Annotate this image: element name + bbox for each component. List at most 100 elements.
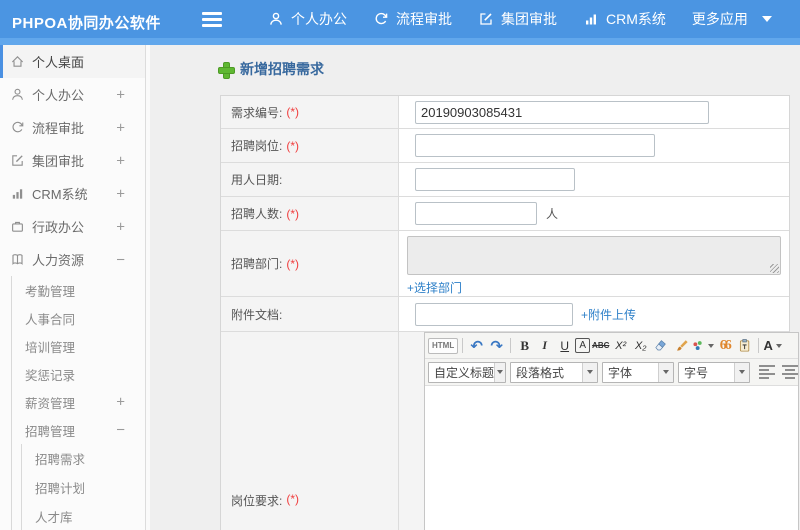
- book-icon: [10, 252, 25, 267]
- position-input[interactable]: [415, 134, 655, 157]
- form-row-demand-number: 需求编号: (*): [221, 96, 789, 129]
- chevron-down-icon: [658, 362, 673, 382]
- sidebar-item-training[interactable]: 培训管理: [0, 332, 145, 360]
- sidebar: 个人桌面 个人办公 + 流程审批 + 集团审批 + CRM系统 + 行政办公 +…: [0, 45, 146, 530]
- attachment-upload-link[interactable]: +附件上传: [581, 306, 636, 323]
- form-row-job-requirements: 岗位要求: (*) HTML ↶ ↷ B I U A ABC X² X₂ 66 …: [221, 332, 799, 530]
- editor-content-area[interactable]: [425, 386, 798, 530]
- editor-toolbar-row1: HTML ↶ ↷ B I U A ABC X² X₂ 66 A: [425, 333, 798, 359]
- sidebar-item-recruit-plan[interactable]: 招聘计划: [0, 473, 145, 502]
- field-label: 招聘岗位:: [231, 139, 283, 153]
- eraser-button[interactable]: [651, 336, 670, 356]
- add-plus-icon: [218, 61, 235, 79]
- strikethrough-button[interactable]: ABC: [591, 336, 610, 356]
- hire-date-input[interactable]: [415, 168, 575, 191]
- unit-suffix: 人: [546, 207, 559, 221]
- source-code-button[interactable]: HTML: [428, 337, 459, 354]
- field-label: 招聘部门:: [231, 257, 283, 271]
- bar-chart-icon: [10, 186, 25, 201]
- font-size-select[interactable]: 字号: [678, 361, 750, 383]
- sidebar-item-administration[interactable]: 行政办公 +: [0, 210, 145, 243]
- sidebar-item-workflow-approval[interactable]: 流程审批 +: [0, 111, 145, 144]
- field-label: 招聘人数:: [231, 207, 283, 221]
- paragraph-format-select[interactable]: 段落格式: [510, 361, 598, 383]
- user-icon: [268, 11, 291, 27]
- required-mark: (*): [286, 105, 300, 119]
- field-label: 用人日期:: [231, 173, 283, 187]
- sidebar-item-salary[interactable]: 薪资管理 +: [0, 388, 145, 416]
- required-mark: (*): [286, 492, 300, 506]
- required-mark: (*): [286, 138, 300, 153]
- form-row-hire-date: 用人日期:: [221, 163, 789, 197]
- sidebar-item-recruit-mgmt[interactable]: 招聘管理 −: [0, 416, 145, 444]
- nav-personal-office[interactable]: 个人办公: [268, 9, 347, 29]
- chevron-down-icon: [761, 16, 772, 22]
- field-label: 需求编号:: [231, 105, 283, 120]
- nav-more-apps[interactable]: 更多应用: [692, 9, 772, 29]
- subscript-button[interactable]: X₂: [631, 336, 650, 356]
- sidebar-item-talent-pool[interactable]: 人才库: [0, 502, 145, 530]
- sidebar-item-rewards[interactable]: 奖惩记录: [0, 360, 145, 388]
- chevron-down-icon: [582, 362, 597, 382]
- underline-button[interactable]: U: [555, 336, 574, 356]
- required-mark: (*): [286, 256, 300, 271]
- form-row-position: 招聘岗位: (*): [221, 129, 789, 163]
- page-title: 新增招聘需求: [150, 45, 800, 79]
- chevron-down-icon: [494, 362, 505, 382]
- form-row-attachment: 附件文档: +附件上传: [221, 297, 789, 332]
- expand-icon[interactable]: +: [116, 152, 125, 169]
- expand-icon[interactable]: +: [116, 185, 125, 202]
- form-row-headcount: 招聘人数: (*) 人: [221, 197, 789, 231]
- expand-icon[interactable]: +: [116, 394, 125, 411]
- demand-number-input[interactable]: [415, 100, 709, 124]
- chevron-down-icon: [708, 343, 715, 348]
- cycle-icon: [373, 11, 396, 27]
- sidebar-item-crm[interactable]: CRM系统 +: [0, 177, 145, 210]
- attachment-input[interactable]: [415, 302, 573, 326]
- collapse-icon[interactable]: −: [116, 251, 125, 268]
- edit-square-icon: [10, 153, 25, 168]
- expand-icon[interactable]: +: [116, 86, 125, 103]
- sidebar-item-attendance[interactable]: 考勤管理: [0, 276, 145, 304]
- align-center-button[interactable]: [782, 365, 798, 379]
- sidebar-item-personal-office[interactable]: 个人办公 +: [0, 78, 145, 111]
- home-icon: [10, 54, 25, 69]
- sidebar-item-human-resources[interactable]: 人力资源 −: [0, 243, 145, 276]
- resize-grip-icon[interactable]: [770, 264, 779, 273]
- font-color-button[interactable]: A: [763, 336, 782, 356]
- superscript-button[interactable]: X²: [611, 336, 630, 356]
- expand-icon[interactable]: +: [116, 218, 125, 235]
- custom-title-select[interactable]: 自定义标题: [428, 361, 506, 383]
- sidebar-item-personal-desktop[interactable]: 个人桌面: [0, 45, 145, 78]
- app-logo: PHPOA协同办公软件: [12, 15, 161, 32]
- edit-square-icon: [478, 11, 501, 27]
- sidebar-item-recruit-demand[interactable]: 招聘需求: [0, 444, 145, 473]
- nav-workflow-approval[interactable]: 流程审批: [373, 9, 452, 29]
- color-palette-button[interactable]: [691, 336, 715, 356]
- department-textarea[interactable]: [407, 236, 781, 275]
- top-nav: 个人办公 流程审批 集团审批 CRM系统 更多应用: [242, 0, 772, 38]
- sidebar-item-group-approval[interactable]: 集团审批 +: [0, 144, 145, 177]
- menu-toggle-icon[interactable]: [202, 12, 222, 27]
- collapse-icon[interactable]: −: [116, 422, 125, 439]
- format-brush-button[interactable]: [671, 336, 690, 356]
- nav-crm-system[interactable]: CRM系统: [583, 9, 666, 29]
- font-family-select[interactable]: 字体: [602, 361, 674, 383]
- sidebar-item-hr-contract[interactable]: 人事合同: [0, 304, 145, 332]
- bold-button[interactable]: B: [515, 336, 534, 356]
- nav-group-approval[interactable]: 集团审批: [478, 9, 557, 29]
- align-left-button[interactable]: [759, 365, 775, 379]
- recruit-demand-form: 需求编号: (*) 招聘岗位: (*) 用人日期:: [220, 95, 799, 530]
- briefcase-icon: [10, 219, 25, 234]
- select-department-link[interactable]: +选择部门: [407, 279, 462, 296]
- blockquote-button[interactable]: 66: [715, 336, 734, 356]
- form-row-department: 招聘部门: (*) +选择部门: [221, 231, 789, 297]
- font-style-button[interactable]: A: [575, 338, 591, 353]
- redo-button[interactable]: ↷: [487, 336, 506, 356]
- undo-button[interactable]: ↶: [467, 336, 486, 356]
- headcount-input[interactable]: [415, 202, 537, 225]
- paste-text-button[interactable]: [735, 336, 754, 356]
- expand-icon[interactable]: +: [116, 119, 125, 136]
- italic-button[interactable]: I: [535, 336, 554, 356]
- user-icon: [10, 87, 25, 102]
